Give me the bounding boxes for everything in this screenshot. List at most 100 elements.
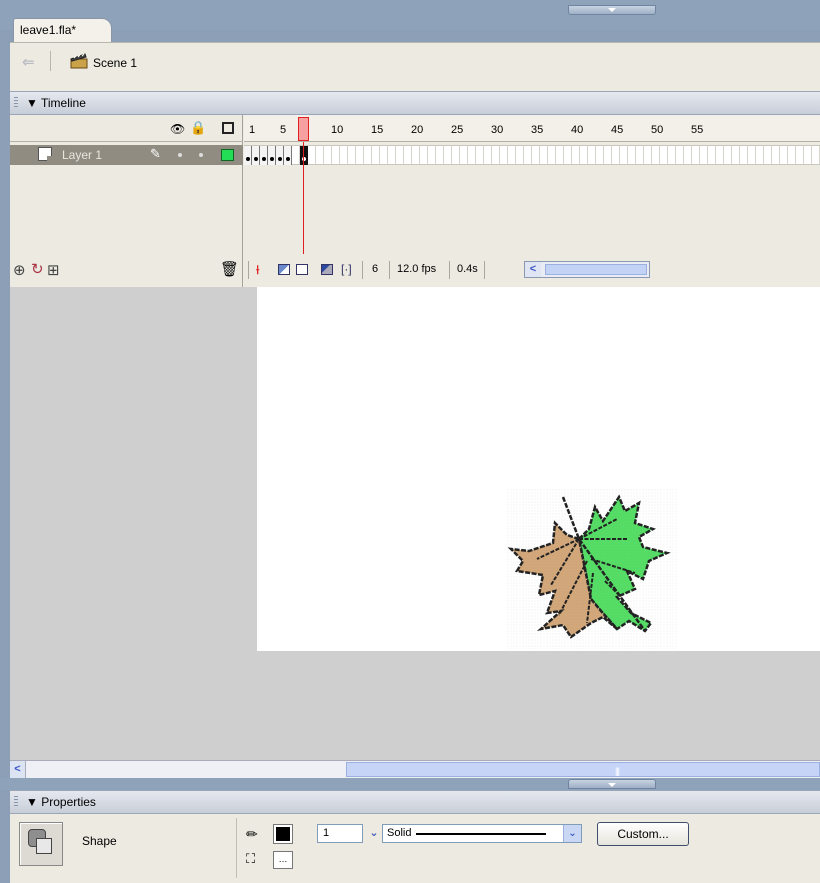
lock-dot[interactable]: [199, 153, 203, 157]
divider: [484, 261, 485, 279]
stage[interactable]: [257, 287, 820, 651]
properties-panel-header[interactable]: ▼ Properties: [10, 790, 820, 814]
onion-skin-icon[interactable]: [278, 264, 290, 275]
divider: [236, 818, 237, 878]
collapse-toggle[interactable]: [568, 779, 656, 789]
modify-markers-icon[interactable]: [·]: [341, 262, 352, 276]
trash-icon[interactable]: 🗑: [220, 260, 239, 278]
ruler-number: 15: [371, 124, 384, 136]
ruler-number: 35: [531, 124, 544, 136]
timeline-title: ▼ Timeline: [26, 96, 86, 110]
stroke-color-swatch[interactable]: [273, 824, 293, 844]
properties-title: ▼ Properties: [26, 795, 96, 809]
layer-header-row: 👁 🔒: [10, 115, 243, 142]
collapse-arrow-icon: [608, 8, 616, 12]
fill-color-swatch[interactable]: …: [273, 851, 293, 869]
stroke-style-preview: [416, 833, 546, 835]
layer-color-swatch[interactable]: [221, 149, 234, 161]
scroll-thumb[interactable]: |||: [346, 762, 820, 777]
selection-type-label: Shape: [82, 834, 117, 848]
current-frame: 6: [372, 263, 379, 275]
keyframe[interactable]: [268, 146, 276, 165]
frame-row[interactable]: [244, 145, 820, 165]
divider: [248, 261, 249, 279]
keyframe-selected[interactable]: [300, 146, 308, 165]
chevron-down-icon[interactable]: ⌄: [563, 825, 581, 842]
back-arrow-icon[interactable]: ⇐: [22, 53, 35, 71]
scroll-left-icon[interactable]: <: [10, 761, 26, 778]
ruler-number: 50: [651, 124, 664, 136]
timeline-panel-header[interactable]: ▼ Timeline: [10, 91, 820, 115]
stroke-height-dropdown-icon[interactable]: ⌄: [368, 824, 380, 843]
fill-bucket-icon: ⛶: [246, 851, 256, 866]
pencil-icon: ✎: [150, 146, 161, 161]
keyframe[interactable]: [284, 146, 292, 165]
elapsed-time: 0.4s: [457, 263, 478, 275]
document-tab[interactable]: leave1.fla*: [13, 18, 112, 42]
layer-buttons: ⊕ ↻ ⊞ 🗑: [10, 255, 243, 285]
layer-row[interactable]: Layer 1 ✎: [10, 145, 243, 165]
custom-stroke-button[interactable]: Custom...: [597, 822, 689, 846]
outline-icon[interactable]: [222, 122, 234, 134]
ruler-number: 55: [691, 124, 704, 136]
ruler-number: 30: [491, 124, 504, 136]
onion-outline-icon[interactable]: [296, 264, 308, 275]
shape-type-icon: [19, 822, 63, 866]
properties-strip: [0, 778, 820, 790]
maple-leaf-shape[interactable]: [507, 489, 677, 649]
layer-name[interactable]: Layer 1: [62, 148, 102, 162]
scene-icon: [70, 53, 88, 69]
stroke-style-label: Solid: [387, 827, 412, 839]
stroke-color-fill: [276, 827, 290, 841]
stroke-pencil-icon: ✏: [246, 826, 258, 842]
visibility-dot[interactable]: [178, 153, 182, 157]
center-frame-icon[interactable]: ⟊: [256, 262, 260, 277]
lock-icon[interactable]: 🔒: [190, 120, 206, 136]
frame-rate[interactable]: 12.0 fps: [397, 263, 436, 275]
work-area: [10, 287, 820, 760]
divider: [362, 261, 363, 279]
add-motion-guide-icon[interactable]: ↻: [31, 260, 44, 278]
divider: [389, 261, 390, 279]
ruler-number: 45: [611, 124, 624, 136]
document-tab-title: leave1.fla*: [20, 23, 77, 37]
keyframe[interactable]: [252, 146, 260, 165]
scroll-left-icon[interactable]: <: [525, 262, 541, 277]
scroll-thumb[interactable]: [545, 264, 647, 275]
ruler-number: 25: [451, 124, 464, 136]
keyframe[interactable]: [276, 146, 284, 165]
layer-list: 👁 🔒 Layer 1 ✎ ⊕ ↻ ⊞ 🗑: [10, 115, 243, 287]
keyframe[interactable]: [260, 146, 268, 165]
add-layer-icon[interactable]: ⊕: [13, 261, 26, 279]
stage-horizontal-scrollbar[interactable]: < |||: [10, 760, 820, 778]
top-strip: [0, 0, 820, 30]
ruler-number: 20: [411, 124, 424, 136]
timeline-status-bar: ⟊ [·] 6 12.0 fps 0.4s <: [244, 255, 820, 285]
panel-grip-icon[interactable]: [14, 97, 18, 109]
timeline-body: 👁 🔒 Layer 1 ✎ ⊕ ↻ ⊞ 🗑 1 5 10 15 20 25 30: [10, 115, 820, 287]
frames-area: 1 5 10 15 20 25 30 35 40 45 50 55 ⟊ [·] …: [244, 115, 820, 287]
divider: [50, 51, 51, 71]
playhead[interactable]: [298, 117, 309, 141]
stroke-height-input[interactable]: 1: [317, 824, 363, 843]
playhead-line: [303, 142, 304, 254]
ruler-number: 10: [331, 124, 344, 136]
collapse-toggle[interactable]: [568, 5, 656, 15]
eye-icon[interactable]: 👁: [170, 122, 185, 136]
ruler-number: 40: [571, 124, 584, 136]
insert-folder-icon[interactable]: ⊞: [47, 261, 60, 279]
divider: [449, 261, 450, 279]
scene-label[interactable]: Scene 1: [93, 56, 137, 70]
edit-multiple-frames-icon[interactable]: [321, 264, 333, 275]
scene-bar: ⇐ Scene 1: [10, 42, 820, 92]
ruler-number: 5: [280, 124, 287, 136]
stroke-style-select[interactable]: Solid ⌄: [382, 824, 582, 843]
keyframe[interactable]: [244, 146, 252, 165]
panel-grip-icon[interactable]: [14, 796, 18, 808]
frame-ruler[interactable]: 1 5 10 15 20 25 30 35 40 45 50 55: [244, 115, 820, 142]
layer-icon: [38, 147, 52, 161]
shape-icon-part: [36, 838, 52, 854]
scroll-grip-icon: |||: [615, 766, 620, 776]
timeline-scrollbar[interactable]: <: [524, 261, 650, 278]
collapse-arrow-icon: [608, 783, 616, 787]
